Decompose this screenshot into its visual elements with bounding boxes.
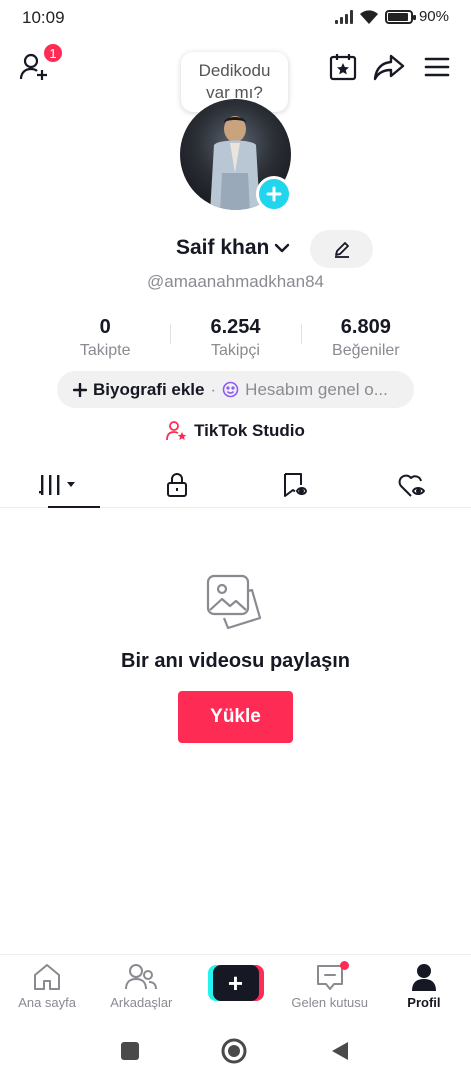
- inbox-notification-dot: [339, 961, 349, 970]
- studio-label: TikTok Studio: [194, 421, 305, 440]
- calendar-button[interactable]: [328, 52, 358, 82]
- profile-name: Saif khan: [176, 236, 270, 259]
- upload-button[interactable]: Yükle: [178, 691, 293, 743]
- image-icon: [206, 574, 262, 630]
- account-status-label: Hesabım genel o...: [245, 379, 388, 399]
- tiktok-studio-link[interactable]: TikTok Studio: [0, 420, 471, 442]
- nav-home-label: Ana sayfa: [18, 995, 77, 1010]
- stat-followers[interactable]: 6.254 Takipçi: [170, 316, 300, 360]
- avatar-figure: [210, 116, 260, 210]
- notification-badge: 1: [42, 42, 64, 64]
- stat-value: 6.809: [340, 316, 391, 338]
- home-button-icon[interactable]: [220, 1037, 248, 1065]
- stat-value: 0: [99, 316, 111, 338]
- status-icons: 90%: [334, 8, 449, 25]
- studio-icon: [166, 421, 187, 441]
- profile-tabs: [0, 462, 471, 508]
- saved-icon: [284, 472, 308, 497]
- smile-icon: [222, 381, 239, 398]
- tab-liked[interactable]: [353, 462, 471, 507]
- stat-likes[interactable]: 6.809 Beğeniler: [300, 316, 431, 360]
- menu-button[interactable]: [423, 54, 451, 80]
- tab-private[interactable]: [118, 462, 236, 507]
- friends-icon: [125, 964, 158, 990]
- back-icon[interactable]: [329, 1040, 351, 1062]
- system-navigation: [0, 1022, 471, 1080]
- bio-row: Biyografi ekle · Hesabım genel o...: [57, 371, 414, 408]
- edit-icon: [334, 242, 349, 258]
- tab-saved[interactable]: [236, 462, 354, 507]
- share-icon: [373, 54, 405, 81]
- plus-icon: [73, 382, 87, 397]
- plus-icon: [266, 186, 282, 202]
- status-time: 10:09: [22, 8, 65, 27]
- signal-icon: [334, 9, 353, 24]
- create-plus: +: [212, 965, 259, 1001]
- create-button[interactable]: +: [207, 965, 264, 1001]
- liked-icon: [398, 474, 426, 497]
- home-icon: [34, 964, 61, 990]
- profile-stats: 0 Takipte 6.254 Takipçi 6.809 Beğeniler: [40, 316, 431, 360]
- nav-inbox[interactable]: Gelen kutusu: [283, 955, 377, 1018]
- stat-value: 6.254: [210, 316, 261, 338]
- battery-icon: [384, 9, 416, 24]
- stat-label: Takipte: [79, 342, 131, 359]
- nav-inbox-label: Gelen kutusu: [291, 995, 369, 1010]
- bio-separator: ·: [210, 379, 217, 399]
- share-profile-button[interactable]: [373, 52, 405, 82]
- bottom-nav: Ana sayfa Arkadaşlar + Gelen kutusu Prof…: [0, 954, 471, 1018]
- nav-friends[interactable]: Arkadaşlar: [94, 955, 188, 1018]
- nav-home[interactable]: Ana sayfa: [0, 955, 94, 1018]
- add-friends-button[interactable]: 1: [18, 42, 64, 82]
- nav-friends-label: Arkadaşlar: [110, 995, 173, 1010]
- chevron-down-icon: [275, 243, 290, 253]
- wifi-icon: [359, 9, 378, 24]
- add-bio-button[interactable]: Biyografi ekle: [73, 380, 205, 400]
- recents-icon[interactable]: [120, 1041, 140, 1061]
- add-avatar-button[interactable]: [256, 176, 292, 212]
- status-bar: 10:09 90%: [0, 0, 471, 36]
- grid-icon: [38, 474, 75, 495]
- battery-text: 90%: [418, 8, 449, 25]
- stat-label: Beğeniler: [332, 342, 400, 359]
- account-status-button[interactable]: Hesabım genel o...: [222, 380, 388, 400]
- stat-following[interactable]: 0 Takipte: [40, 316, 170, 360]
- edit-profile-button[interactable]: [310, 230, 373, 268]
- add-bio-label: Biyografi ekle: [93, 379, 205, 399]
- nav-create[interactable]: +: [188, 955, 282, 1018]
- lock-icon: [166, 472, 187, 497]
- menu-icon: [424, 57, 450, 77]
- tab-videos[interactable]: [0, 462, 118, 508]
- nav-profile-label: Profil: [407, 995, 441, 1010]
- bubble-line-1: Dedikodu: [198, 61, 271, 80]
- nav-profile[interactable]: Profil: [377, 955, 471, 1018]
- empty-state-title: Bir anı videosu paylaşın: [121, 650, 350, 672]
- profile-name-switch[interactable]: Saif khan: [176, 236, 291, 260]
- profile-icon: [411, 964, 436, 991]
- stat-label: Takipçi: [211, 342, 260, 359]
- profile-handle: @amaanahmadkhan84: [147, 272, 324, 291]
- calendar-star-icon: [329, 54, 357, 81]
